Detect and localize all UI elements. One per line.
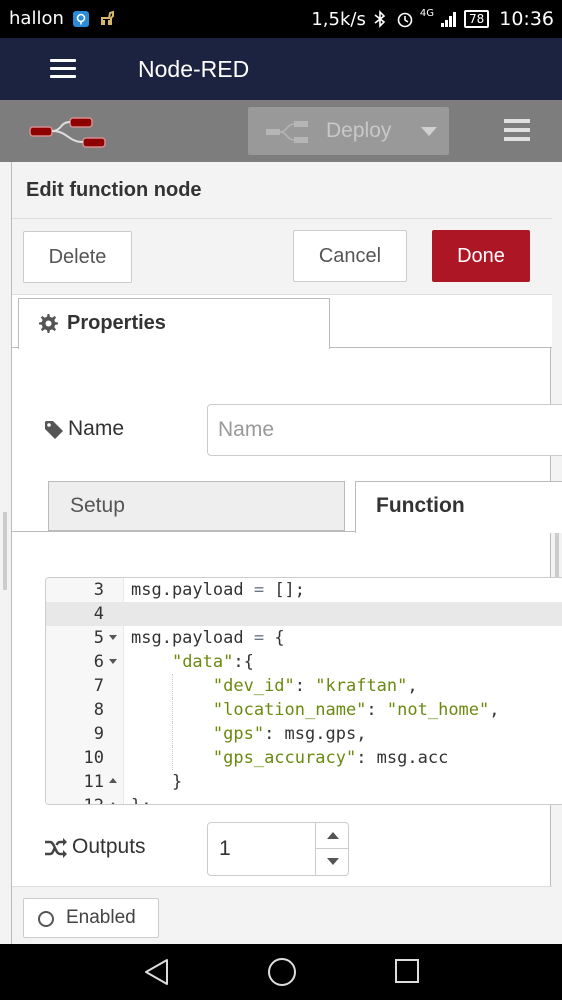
function-subtabs: Setup Function — [12, 480, 562, 533]
code-line[interactable]: 12}; — [46, 794, 562, 804]
code-text: }; — [131, 794, 151, 804]
tray-header: Edit function node — [12, 162, 552, 219]
tray-footer: Enabled — [12, 886, 552, 944]
line-number: 5 — [93, 628, 104, 648]
code-line[interactable]: 11 } — [46, 770, 562, 794]
carrier-name: hallon — [9, 8, 64, 29]
tab-function-label: Function — [376, 494, 465, 517]
code-line[interactable]: 3 msg.payload = []; — [46, 578, 562, 602]
fold-toggle-icon[interactable] — [109, 659, 117, 664]
location-app-icon — [72, 10, 90, 28]
recent-apps-icon[interactable] — [395, 959, 419, 983]
line-number: 9 — [93, 724, 104, 744]
tray-toolbar: Delete Cancel Done — [12, 219, 552, 295]
code-text: "location_name": "not_home", — [212, 700, 500, 720]
tab-setup[interactable]: Setup — [48, 481, 345, 531]
line-number: 10 — [83, 748, 104, 768]
outputs-row: Outputs 1 — [12, 822, 552, 876]
tab-function[interactable]: Function — [355, 481, 562, 533]
line-number: 8 — [93, 700, 104, 720]
code-text: } — [131, 772, 183, 792]
hamburger-menu-icon[interactable] — [50, 59, 76, 79]
code-line[interactable]: 9 "gps": msg.gps, — [46, 722, 562, 746]
clock: 10:36 — [499, 8, 554, 30]
tray-title: Edit function node — [26, 179, 202, 201]
status-bar: hallon 1,5k/s 4G 78 10:36 — [0, 0, 562, 38]
cancel-button[interactable]: Cancel — [293, 230, 407, 282]
node-red-logo-icon — [28, 116, 108, 155]
toggle-circle-icon — [38, 911, 54, 927]
tray-tabbar: Properties — [12, 295, 552, 349]
code-line[interactable]: 6 "data":{ — [46, 650, 562, 674]
gear-icon — [38, 313, 59, 339]
line-number: 7 — [93, 676, 104, 696]
tab-setup-label: Setup — [70, 494, 125, 517]
home-icon[interactable] — [268, 958, 296, 986]
edit-tray: Edit function node Delete Cancel Done Pr… — [11, 162, 562, 944]
done-button[interactable]: Done — [432, 230, 530, 282]
enabled-label: Enabled — [66, 907, 136, 928]
line-number: 4 — [93, 604, 104, 624]
code-line[interactable]: 7 "dev_id": "kraftan", — [46, 674, 562, 698]
code-text: msg.payload = []; — [131, 580, 306, 600]
llama-app-icon — [98, 10, 116, 28]
code-line[interactable]: 8 "location_name": "not_home", — [46, 698, 562, 722]
code-text: "data":{ — [171, 652, 254, 672]
name-input[interactable] — [207, 404, 562, 456]
app-bar: Node-RED — [0, 38, 562, 100]
signal-icon — [440, 10, 458, 28]
code-editor[interactable]: 3 msg.payload = []; 4 5 msg.payload = {6 "da… — [45, 577, 562, 805]
deploy-button[interactable]: Deploy — [248, 107, 449, 155]
back-icon[interactable] — [144, 958, 170, 991]
outputs-value[interactable]: 1 — [219, 837, 231, 861]
left-resize-handle[interactable] — [3, 512, 7, 590]
code-line[interactable]: 5 msg.payload = { — [46, 626, 562, 650]
outputs-stepper[interactable]: 1 — [207, 822, 349, 876]
code-text: "gps_accuracy": msg.acc — [212, 748, 449, 768]
alarm-icon — [396, 10, 414, 28]
line-number: 3 — [93, 580, 104, 600]
deploy-dropdown-icon[interactable] — [421, 127, 437, 136]
code-text: msg.payload = { — [131, 628, 285, 648]
code-text: "gps": msg.gps, — [212, 724, 367, 744]
outputs-label: Outputs — [72, 835, 146, 858]
line-number: 11 — [83, 772, 104, 792]
code-line[interactable]: 10 "gps_accuracy": msg.acc — [46, 746, 562, 770]
outputs-increment-button[interactable] — [315, 823, 349, 849]
network-type: 4G — [419, 7, 434, 19]
delete-button[interactable]: Delete — [23, 231, 132, 283]
line-number: 6 — [93, 652, 104, 672]
bluetooth-icon — [372, 10, 390, 28]
shuffle-icon — [44, 837, 68, 864]
name-row: Name — [12, 404, 562, 456]
line-number: 12 — [46, 794, 104, 804]
tag-icon — [44, 420, 64, 445]
app-title: Node-RED — [138, 56, 250, 82]
fold-toggle-icon[interactable] — [109, 778, 117, 783]
android-nav-bar — [0, 944, 562, 1000]
main-menu-icon[interactable] — [504, 119, 530, 143]
deploy-icon — [266, 121, 310, 148]
outputs-decrement-button[interactable] — [315, 849, 349, 875]
fold-toggle-icon[interactable] — [109, 635, 117, 640]
code-text: "dev_id": "kraftan", — [212, 676, 418, 696]
tab-properties[interactable]: Properties — [18, 298, 330, 349]
deploy-label: Deploy — [326, 119, 392, 142]
network-speed: 1,5k/s — [311, 8, 366, 30]
code-line[interactable]: 4 — [46, 602, 562, 626]
enabled-toggle[interactable]: Enabled — [23, 898, 159, 938]
tab-properties-label: Properties — [67, 312, 166, 334]
name-label: Name — [68, 417, 125, 440]
fold-toggle-icon[interactable] — [109, 802, 117, 804]
battery-indicator: 78 — [463, 10, 490, 28]
